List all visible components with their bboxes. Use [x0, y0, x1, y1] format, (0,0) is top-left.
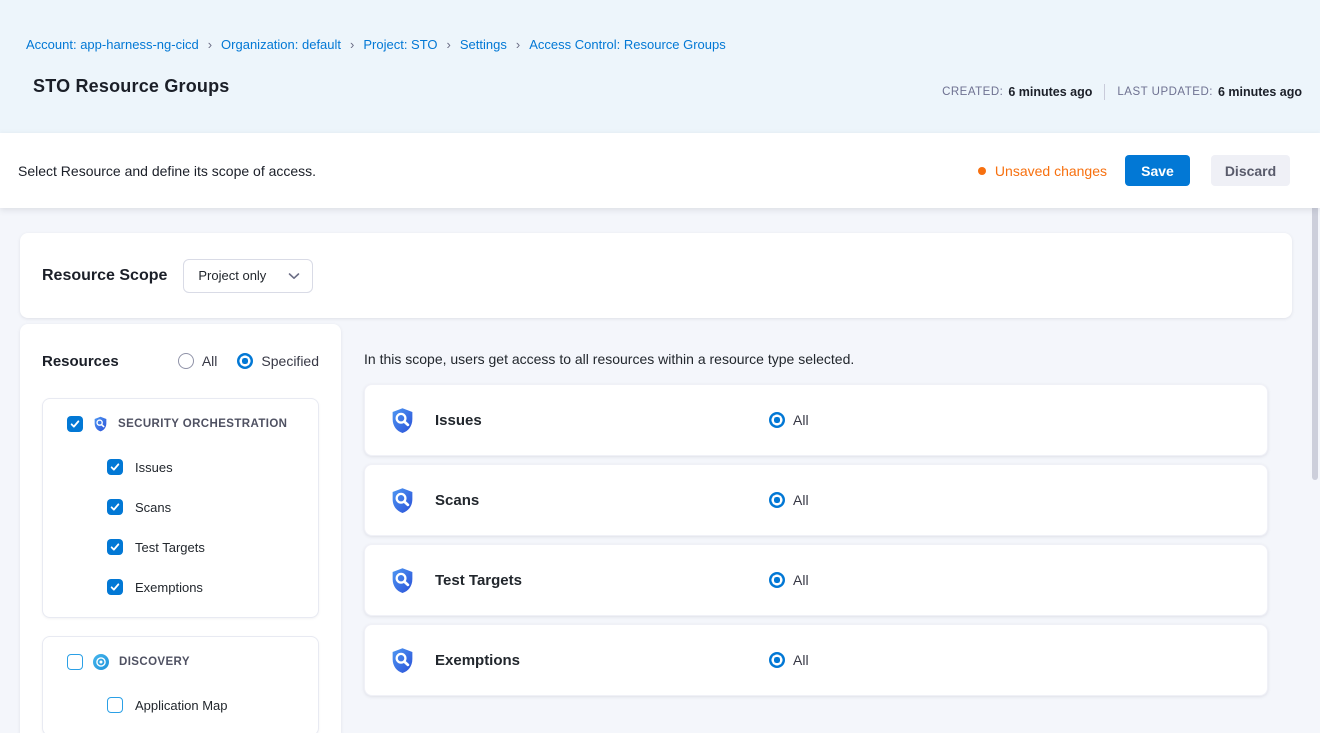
breadcrumb-settings[interactable]: Settings: [460, 37, 507, 52]
radio-all-access[interactable]: [769, 652, 785, 668]
breadcrumb-project[interactable]: Project: STO: [363, 37, 437, 52]
breadcrumb: Account: app-harness-ng-cicd › Organizat…: [26, 37, 726, 52]
check-icon: [109, 541, 121, 553]
resource-group-discovery: DISCOVERY Application Map: [42, 636, 319, 733]
radio-all-access[interactable]: [769, 492, 785, 508]
page-title: STO Resource Groups: [33, 76, 230, 97]
last-updated-label: LAST UPDATED:: [1117, 86, 1213, 98]
radio-all-access[interactable]: [769, 572, 785, 588]
resource-card-label: Issues: [435, 412, 482, 429]
radio-all[interactable]: All: [178, 353, 218, 369]
shield-search-icon: [390, 487, 415, 514]
tree-row[interactable]: SECURITY ORCHESTRATION: [43, 409, 318, 439]
chevron-down-icon: [288, 272, 300, 280]
resource-scope-select[interactable]: Project only: [183, 259, 313, 293]
created-label: CREATED:: [942, 86, 1003, 98]
checkbox-application-map[interactable]: [107, 697, 123, 713]
check-icon: [109, 461, 121, 473]
resources-mode-radio-group: All Specified: [158, 353, 319, 369]
tree-row[interactable]: Application Map: [43, 685, 318, 725]
resource-group-security-orchestration: SECURITY ORCHESTRATION Issues Scans Test…: [42, 398, 319, 618]
breadcrumb-account[interactable]: Account: app-harness-ng-cicd: [26, 37, 199, 52]
page-header: Account: app-harness-ng-cicd › Organizat…: [0, 0, 1320, 133]
checkbox-exemptions[interactable]: [107, 579, 123, 595]
access-radio-group: All: [769, 412, 809, 428]
resource-scope-card: Resource Scope Project only: [20, 233, 1292, 318]
last-updated-value: 6 minutes ago: [1218, 85, 1302, 99]
radio-icon[interactable]: [178, 353, 194, 369]
access-radio-group: All: [769, 652, 809, 668]
radio-all-access[interactable]: [769, 412, 785, 428]
discard-button[interactable]: Discard: [1211, 155, 1290, 186]
radar-icon: [93, 654, 109, 670]
access-radio-group: All: [769, 572, 809, 588]
resource-scope-label: Resource Scope: [42, 267, 167, 285]
radio-icon[interactable]: [237, 353, 253, 369]
chevron-right-icon: ›: [350, 37, 354, 52]
meta-divider: [1104, 84, 1105, 100]
tree-row[interactable]: Issues: [43, 447, 318, 487]
access-label: All: [793, 652, 809, 668]
header-meta: CREATED: 6 minutes ago LAST UPDATED: 6 m…: [942, 84, 1302, 100]
shield-search-icon: [93, 416, 108, 432]
shield-search-icon: [390, 407, 415, 434]
resource-card-exemptions: Exemptions All: [364, 624, 1268, 696]
child-label: Issues: [135, 460, 173, 475]
breadcrumb-access-control[interactable]: Access Control: Resource Groups: [529, 37, 726, 52]
checkbox-test-targets[interactable]: [107, 539, 123, 555]
group-label: DISCOVERY: [119, 656, 190, 668]
access-radio-group: All: [769, 492, 809, 508]
resource-card-label: Scans: [435, 492, 479, 509]
tree-row[interactable]: DISCOVERY: [43, 647, 318, 677]
resources-panel: Resources All Specified: [20, 324, 341, 733]
access-label: All: [793, 492, 809, 508]
resource-card-test-targets: Test Targets All: [364, 544, 1268, 616]
save-button[interactable]: Save: [1125, 155, 1190, 186]
scrollbar-thumb[interactable]: [1312, 205, 1318, 480]
resource-card-label: Exemptions: [435, 652, 520, 669]
resource-card-label: Test Targets: [435, 572, 522, 589]
checkbox-issues[interactable]: [107, 459, 123, 475]
child-label: Scans: [135, 500, 171, 515]
resources-title: Resources: [42, 353, 119, 370]
breadcrumb-organization[interactable]: Organization: default: [221, 37, 341, 52]
resource-scope-value: Project only: [198, 268, 266, 283]
radio-all-label: All: [202, 353, 218, 369]
check-icon: [109, 581, 121, 593]
radio-specified-label: Specified: [261, 353, 319, 369]
chevron-right-icon: ›: [516, 37, 520, 52]
resource-card-issues: Issues All: [364, 384, 1268, 456]
access-label: All: [793, 572, 809, 588]
tree-row[interactable]: Exemptions: [43, 567, 318, 607]
shield-search-icon: [390, 567, 415, 594]
access-label: All: [793, 412, 809, 428]
checkbox-security-orchestration[interactable]: [67, 416, 83, 432]
tree-row[interactable]: Scans: [43, 487, 318, 527]
chevron-right-icon: ›: [447, 37, 451, 52]
child-label: Exemptions: [135, 580, 203, 595]
created-value: 6 minutes ago: [1008, 85, 1092, 99]
child-label: Application Map: [135, 698, 228, 713]
chevron-right-icon: ›: [208, 37, 212, 52]
unsaved-changes-label: Unsaved changes: [995, 163, 1107, 179]
tree-row[interactable]: Test Targets: [43, 527, 318, 567]
resource-card-scans: Scans All: [364, 464, 1268, 536]
checkbox-scans[interactable]: [107, 499, 123, 515]
radio-specified[interactable]: Specified: [237, 353, 319, 369]
shield-search-icon: [390, 647, 415, 674]
check-icon: [69, 418, 81, 430]
check-icon: [109, 501, 121, 513]
save-bar: Select Resource and define its scope of …: [0, 133, 1320, 208]
unsaved-dot-icon: [978, 167, 986, 175]
scope-description: In this scope, users get access to all r…: [364, 351, 854, 367]
save-bar-description: Select Resource and define its scope of …: [18, 163, 316, 179]
checkbox-discovery[interactable]: [67, 654, 83, 670]
child-label: Test Targets: [135, 540, 205, 555]
group-label: SECURITY ORCHESTRATION: [118, 418, 287, 430]
